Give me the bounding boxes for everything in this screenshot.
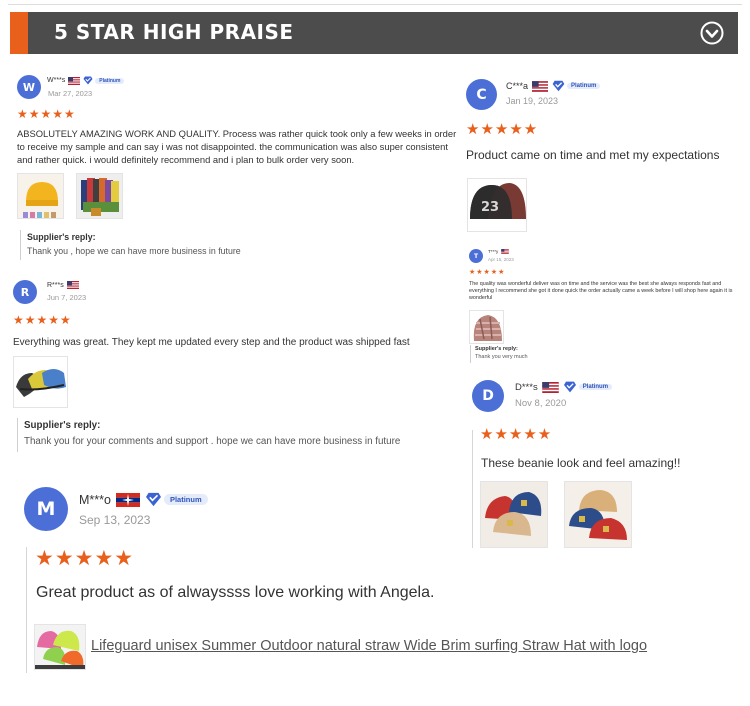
section-header: 5 STAR HIGH PRAISE [10,12,738,54]
product-link[interactable]: Lifeguard unisex Summer Outdoor natural … [91,638,647,654]
reviewer-name-text: M***o [79,492,111,507]
avatar: M [24,487,68,531]
review-date: Sep 13, 2023 [79,513,151,527]
section-title: 5 STAR HIGH PRAISE [54,20,294,44]
supplier-reply: Supplier's reply: Thank you very much [470,345,590,363]
supplier-reply-text: Thank you , hope we can have more busine… [27,246,241,256]
review-date: Mar 27, 2023 [48,89,93,98]
platinum-badge-label: Platinum [95,77,125,84]
chevron-down-circle-icon[interactable] [700,21,724,45]
flag-icon [115,492,140,507]
review-photo[interactable] [564,481,632,548]
star-rating: ★★★★★ [480,426,553,443]
review-text: ABSOLUTELY AMAZING WORK AND QUALITY. Pro… [17,128,457,165]
top-divider [8,4,742,5]
avatar: R [13,280,37,304]
diamond-icon [563,381,576,393]
platinum-badge: Platinum [563,381,613,393]
review-photo[interactable] [17,173,64,219]
review-date: Nov 8, 2020 [515,398,567,409]
review-photo[interactable] [76,173,123,219]
star-rating: ★★★★★ [469,269,506,276]
reviewer-name: W***s Platinum [47,76,125,85]
review-photo[interactable] [469,310,504,344]
platinum-badge: Platinum [145,492,208,507]
us-flag-icon [66,281,79,289]
avatar: C [466,79,497,110]
platinum-badge-label: Platinum [578,384,613,390]
reviewer-name-text: T***y [488,249,499,254]
review-photo[interactable]: 23 [467,178,527,232]
review-text: Everything was great. They kept me updat… [13,337,410,348]
review-text: Product came on time and met my expectat… [466,148,720,162]
header-accent-bar [10,12,28,54]
avatar: W [17,75,41,99]
star-rating: ★★★★★ [17,107,76,121]
supplier-reply-text: Thank you for your comments and support … [24,436,401,447]
review-date: Jun 7, 2023 [47,293,87,302]
us-flag-icon [541,381,559,393]
diamond-icon [552,80,565,92]
star-rating: ★★★★★ [35,547,135,570]
us-flag-icon [68,76,81,85]
review-photo[interactable] [480,481,548,548]
reviewer-name-text: R***s [47,281,64,289]
diamond-icon [83,76,93,85]
reviewer-name-text: W***s [47,77,66,84]
reviewer-name: C***a Platinum [506,80,601,92]
review-text: The quality was wonderful deliver was on… [469,281,733,301]
supplier-reply: Supplier's reply: Thank you , hope we ca… [20,230,440,260]
reviewer-name: M***o Platinum [79,492,208,507]
supplier-reply-label: Supplier's reply: [475,346,518,352]
reviewer-name-text: D***s [515,381,538,393]
review-text: These beanie look and feel amazing!! [481,456,681,470]
supplier-reply-label: Supplier's reply: [27,232,96,242]
platinum-badge: Platinum [83,76,125,85]
supplier-reply: Supplier's reply: Thank you for your com… [17,418,457,452]
star-rating: ★★★★★ [13,313,72,327]
reviewer-name: R***s [47,281,79,289]
avatar: T [469,249,483,263]
reviewer-name: T***y [488,249,510,254]
review-photo[interactable] [13,356,68,408]
avatar: D [472,380,504,412]
diamond-icon [145,492,161,507]
platinum-badge-label: Platinum [567,83,601,89]
star-rating: ★★★★★ [466,121,539,138]
svg-text:23: 23 [481,200,499,215]
product-thumbnail[interactable] [34,624,86,670]
review-date: Jan 19, 2023 [506,96,559,106]
us-flag-icon [501,249,510,254]
us-flag-icon [532,80,549,92]
column-divider [472,430,473,548]
review-text: Great product as of alwayssss love worki… [36,584,435,601]
review-divider [26,547,27,673]
review-date: Apr 15, 2023 [488,257,514,262]
platinum-badge-label: Platinum [163,494,208,505]
supplier-reply-text: Thank you very much [475,354,528,360]
reviewer-name-text: C***a [506,81,529,91]
supplier-reply-label: Supplier's reply: [24,420,101,431]
reviewer-name: D***s Platinum [515,381,613,393]
platinum-badge: Platinum [552,80,601,92]
